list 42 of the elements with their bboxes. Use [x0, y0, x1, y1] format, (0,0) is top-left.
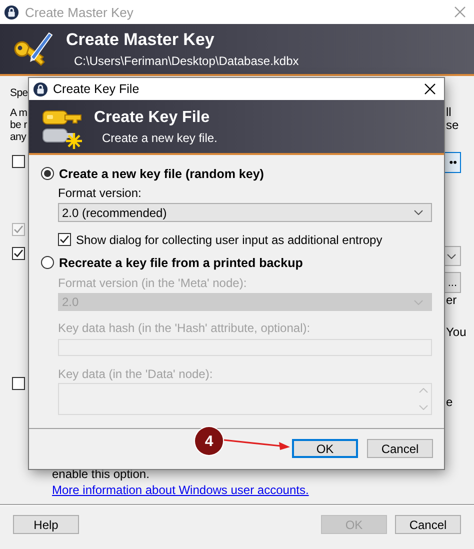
checkbox[interactable] [12, 247, 25, 260]
checkbox[interactable] [12, 155, 25, 168]
header-title: Create Master Key [66, 30, 216, 51]
partial-text: A m [10, 107, 28, 119]
chevron-icon [447, 254, 456, 258]
partial-text: se [446, 119, 459, 131]
radio-button[interactable] [41, 256, 54, 269]
chevron-icon [414, 210, 423, 215]
partial-text: ll [446, 106, 452, 118]
radio-label: Create a new key file (random key) [59, 166, 264, 180]
help-button[interactable]: Help [13, 515, 79, 534]
chevron-icon [414, 300, 423, 304]
header-title: Create Key File [94, 108, 211, 128]
window-title: Create Master Key [25, 4, 134, 20]
lock-icon [4, 4, 19, 20]
format-dropdown[interactable]: 2.0 (recommended) [58, 203, 432, 222]
arrow [224, 439, 290, 450]
close-icon[interactable] [424, 83, 436, 95]
partial-text: You [446, 326, 466, 338]
cancel-button[interactable]: Cancel [367, 439, 433, 458]
radio-label: Recreate a key file from a printed backup [59, 256, 303, 270]
dialog-title: Create Key File [53, 82, 140, 96]
checkbox-label: Show dialog for collecting user input as additional entropy [76, 232, 382, 246]
field-label: Format version: [58, 186, 142, 200]
field-label: Format version (in the 'Meta' node): [58, 276, 248, 290]
header-subtitle: Create a new key file. [102, 130, 218, 145]
ok-button[interactable]: OK [292, 439, 358, 458]
partial-text: er [446, 294, 457, 306]
radio-button[interactable] [41, 167, 54, 180]
checkbox[interactable] [12, 377, 25, 390]
checkbox[interactable] [58, 233, 71, 246]
note-text: enable this option. [52, 468, 150, 481]
field-label: Key data hash (in the 'Hash' attribute, optional): [58, 321, 312, 335]
partial-text: e [446, 396, 453, 408]
header-subtitle: C:\Users\Feriman\Desktop\Database.kdbx [74, 54, 299, 68]
partial-text: Spe [10, 87, 28, 99]
cancel-button[interactable]: Cancel [395, 515, 461, 534]
help-link[interactable]: More information about Windows user accounts. [52, 483, 309, 497]
lock-icon [33, 82, 48, 96]
partial-text: be r [10, 119, 27, 131]
field-label: Key data (in the 'Data' node): [58, 367, 214, 381]
partial-text: any [10, 131, 26, 143]
